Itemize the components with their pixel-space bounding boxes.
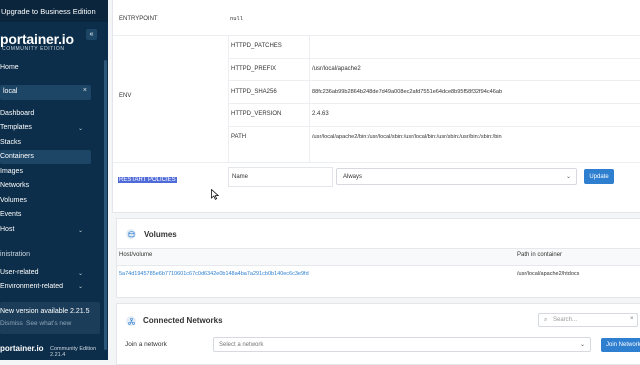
- col-host-volume[interactable]: Host/volume: [119, 252, 152, 258]
- sidebar: Upgrade to Business Edition portainer.io…: [0, 0, 108, 360]
- sidebar-item-stacks[interactable]: Stacks: [0, 139, 21, 146]
- network-search-input[interactable]: ⌕ Search... ×: [538, 313, 638, 327]
- database-icon: [126, 229, 136, 239]
- sidebar-item-volumes[interactable]: Volumes: [0, 197, 27, 204]
- sidebar-item-templates[interactable]: Templates: [0, 124, 32, 131]
- volume-link[interactable]: 5a74d1945785e6b7710601c67c0d6342e0b148a4…: [119, 271, 309, 277]
- env-var-key: HTTPD_SHA256: [231, 89, 277, 95]
- env-var-value: 2.4.63: [312, 111, 329, 117]
- environment-selector[interactable]: local ×: [0, 85, 91, 100]
- chevrons-left-icon: «: [89, 31, 94, 38]
- connected-networks-title: Connected Networks: [143, 316, 223, 325]
- entrypoint-key: ENTRYPOINT: [119, 16, 158, 22]
- sidebar-scrollbar[interactable]: [104, 60, 107, 350]
- sidebar-item-environment-related[interactable]: Environment-related: [0, 283, 63, 289]
- env-var-key: HTTPD_VERSION: [231, 111, 282, 117]
- sidebar-item-user-related[interactable]: User-related: [0, 269, 39, 276]
- environment-name: local: [3, 88, 18, 95]
- sidebar-item-events[interactable]: Events: [0, 211, 21, 218]
- sidebar-item-home[interactable]: Home: [0, 64, 19, 71]
- chevron-down-icon[interactable]: ⌄: [78, 125, 83, 132]
- join-network-button[interactable]: Join Network: [601, 338, 640, 352]
- env-var-value: /usr/local/apache2: [312, 66, 361, 72]
- collapse-sidebar-button[interactable]: «: [86, 29, 97, 40]
- divider: [113, 162, 640, 163]
- volume-path: /usr/local/apache2/htdocs: [517, 271, 580, 277]
- chevron-down-icon[interactable]: ⌄: [78, 283, 83, 290]
- new-version-text: New version available 2.21.5: [0, 308, 90, 315]
- network-select-placeholder: Select a network: [219, 342, 264, 348]
- chevron-down-icon[interactable]: ⌄: [78, 227, 83, 234]
- divider: [228, 35, 229, 162]
- dismiss-link[interactable]: Dismiss: [0, 320, 23, 327]
- administration-heading: inistration: [0, 251, 30, 258]
- chevron-down-icon: ⌄: [579, 342, 585, 348]
- chevron-down-icon[interactable]: ⌄: [78, 270, 83, 277]
- sidebar-item-images[interactable]: Images: [0, 168, 23, 175]
- env-key: ENV: [119, 93, 132, 99]
- close-icon[interactable]: ×: [630, 316, 634, 322]
- upgrade-banner[interactable]: Upgrade to Business Edition: [0, 0, 108, 22]
- volumes-title: Volumes: [144, 230, 177, 239]
- close-icon[interactable]: ×: [83, 87, 87, 94]
- col-path-in-container[interactable]: Path in container: [517, 252, 562, 258]
- logo-edition-label: COMMUNITY EDITION: [2, 46, 65, 52]
- env-var-key: PATH: [231, 134, 247, 140]
- env-var-key: HTTPD_PATCHES: [231, 43, 282, 49]
- sidebar-item-dashboard[interactable]: Dashboard: [0, 110, 34, 117]
- portainer-logo[interactable]: portainer.io: [0, 31, 74, 47]
- sidebar-item-host[interactable]: Host: [0, 226, 14, 233]
- restart-policy-select[interactable]: Always ⌄: [336, 168, 577, 185]
- env-var-value: 88fc236ab99b2864b248de7d49a008ec2afd7551…: [312, 89, 503, 95]
- whats-new-link[interactable]: See what's new: [26, 320, 71, 327]
- chevron-down-icon: ⌄: [565, 174, 571, 180]
- network-select[interactable]: Select a network ⌄: [213, 337, 591, 352]
- search-icon: ⌕: [544, 317, 548, 323]
- divider: [228, 103, 640, 104]
- join-network-label: Join a network: [125, 341, 167, 348]
- sidebar-item-containers[interactable]: Containers: [0, 153, 34, 160]
- footer-edition: Community Edition 2.21.4: [50, 346, 97, 358]
- new-version-notice: [0, 302, 100, 334]
- restart-policies-key: RESTART POLICIES: [118, 177, 177, 183]
- restart-policy-value: Always: [343, 174, 363, 180]
- env-var-key: HTTPD_PREFIX: [231, 66, 277, 72]
- update-button[interactable]: Update: [584, 169, 614, 184]
- divider: [228, 126, 640, 127]
- network-icon: [126, 316, 136, 326]
- divider: [228, 58, 640, 59]
- divider: [113, 35, 640, 36]
- divider: [309, 35, 310, 162]
- env-var-value: /usr/local/apache2/bin:/usr/local/sbin:/…: [312, 134, 502, 140]
- restart-name-label: Name: [232, 174, 249, 180]
- search-placeholder: Search...: [553, 317, 578, 323]
- footer-logo: portainer.io: [0, 344, 44, 353]
- mouse-cursor-icon: [211, 189, 219, 200]
- divider: [228, 80, 640, 81]
- entrypoint-value: null: [230, 16, 244, 22]
- sidebar-item-networks[interactable]: Networks: [0, 182, 29, 189]
